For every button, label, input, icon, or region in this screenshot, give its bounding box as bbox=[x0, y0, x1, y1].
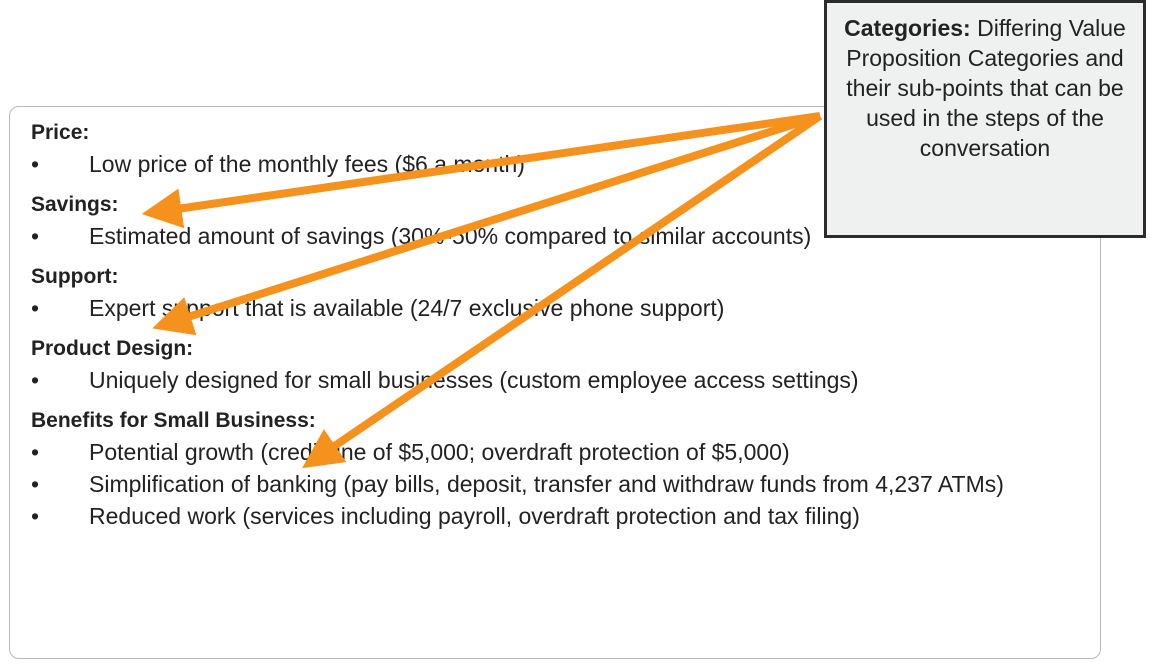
sub-point: Reduced work (services including payroll… bbox=[31, 500, 1081, 532]
category-title: Support: bbox=[31, 265, 119, 288]
sub-points: Expert support that is available (24/7 e… bbox=[31, 292, 1081, 324]
sub-point: Simplification of banking (pay bills, de… bbox=[31, 468, 1081, 500]
category-title: Product Design: bbox=[31, 337, 194, 360]
sub-point: Expert support that is available (24/7 e… bbox=[31, 292, 1081, 324]
sub-points: Uniquely designed for small businesses (… bbox=[31, 364, 1081, 396]
category-product-design: Product Design: Uniquely designed for sm… bbox=[31, 334, 1081, 396]
categories-callout: Categories: Differing Value Proposition … bbox=[824, 0, 1146, 238]
sub-point: Uniquely designed for small businesses (… bbox=[31, 364, 1081, 396]
category-benefits: Benefits for Small Business: Potential g… bbox=[31, 406, 1081, 532]
sub-points: Potential growth (credit line of $5,000;… bbox=[31, 436, 1081, 532]
callout-title: Categories: bbox=[844, 15, 971, 41]
category-title: Benefits for Small Business: bbox=[31, 409, 316, 432]
sub-point: Potential growth (credit line of $5,000;… bbox=[31, 436, 1081, 468]
category-support: Support: Expert support that is availabl… bbox=[31, 262, 1081, 324]
